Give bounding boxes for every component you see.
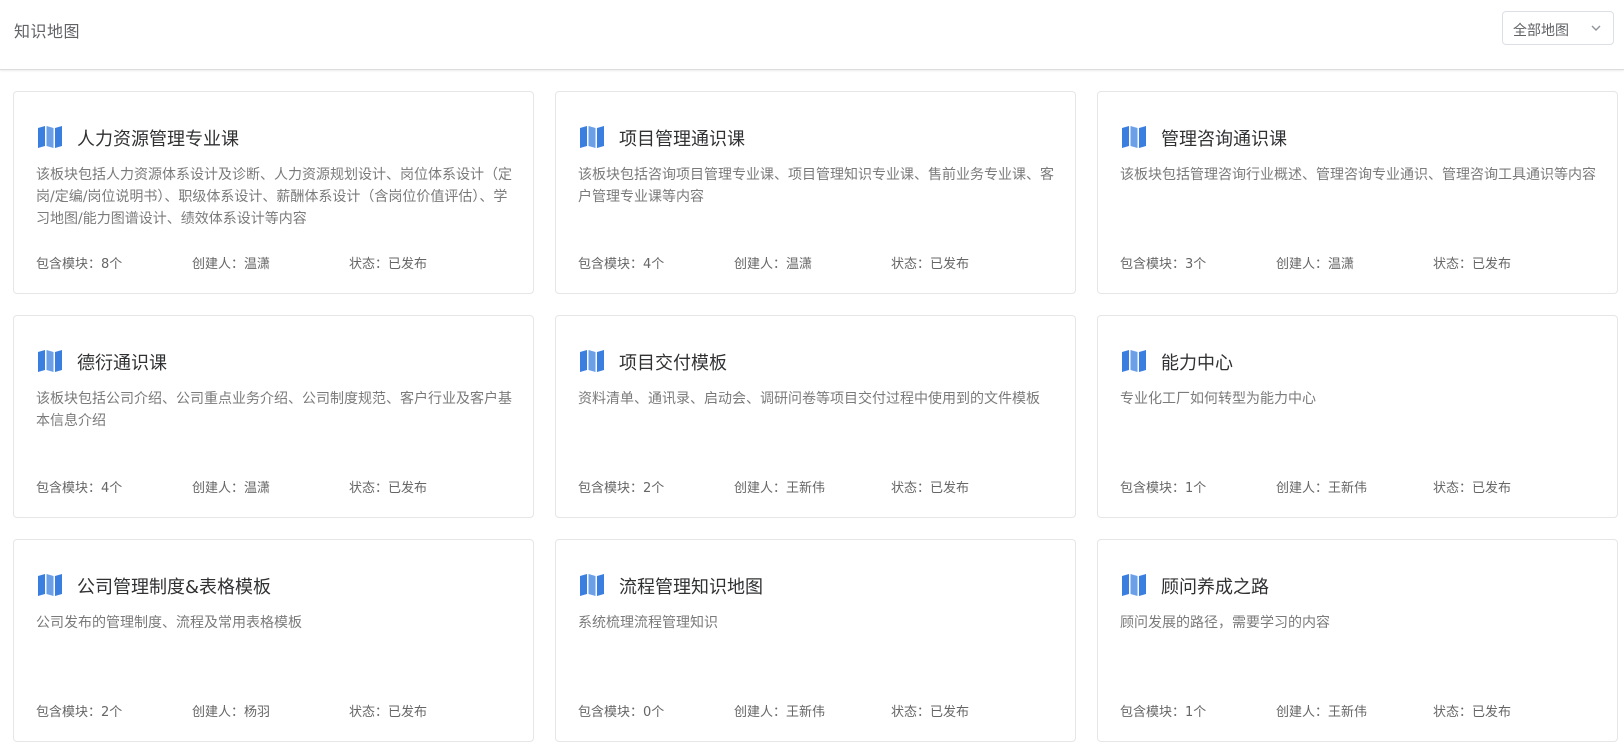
map-card[interactable]: 管理咨询通识课 该板块包括管理咨询行业概述、管理咨询专业通识、管理咨询工具通识等…	[1097, 91, 1618, 294]
map-filter-value: 全部地图	[1513, 23, 1569, 39]
card-module-count: 包含模块：2个	[36, 705, 123, 720]
map-card[interactable]: 德衍通识课 该板块包括公司介绍、公司重点业务介绍、公司制度规范、客户行业及客户基…	[13, 315, 534, 518]
card-description: 该板块包括公司介绍、公司重点业务介绍、公司制度规范、客户行业及客户基本信息介绍	[36, 391, 512, 429]
map-card[interactable]: 公司管理制度&表格模板 公司发布的管理制度、流程及常用表格模板 包含模块：2个 …	[13, 539, 534, 742]
card-module-count: 包含模块：4个	[578, 257, 665, 272]
card-creator: 创建人：王新伟	[1276, 705, 1368, 720]
card-module-count: 包含模块：1个	[1120, 481, 1207, 496]
map-card[interactable]: 顾问养成之路 顾问发展的路径，需要学习的内容 包含模块：1个 创建人：王新伟 状…	[1097, 539, 1618, 742]
card-creator: 创建人：温潇	[734, 257, 813, 272]
card-module-count: 包含模块：1个	[1120, 705, 1207, 720]
card-title: 管理咨询通识课	[1161, 129, 1287, 150]
map-icon	[580, 574, 604, 596]
card-description: 系统梳理流程管理知识	[578, 615, 718, 631]
card-title: 顾问养成之路	[1161, 577, 1269, 598]
card-creator: 创建人：王新伟	[734, 481, 826, 496]
card-title: 能力中心	[1161, 353, 1233, 374]
card-module-count: 包含模块：0个	[578, 705, 665, 720]
card-description: 该板块包括人力资源体系设计及诊断、人力资源规划设计、岗位体系设计（定岗/定编/岗…	[36, 167, 512, 227]
card-title: 公司管理制度&表格模板	[77, 577, 272, 598]
card-creator: 创建人：杨羽	[192, 705, 271, 720]
map-card[interactable]: 人力资源管理专业课 该板块包括人力资源体系设计及诊断、人力资源规划设计、岗位体系…	[13, 91, 534, 294]
chevron-down-icon	[1591, 25, 1601, 31]
card-status: 状态：已发布	[1433, 257, 1512, 272]
card-title: 德衍通识课	[77, 353, 167, 374]
page-title: 知识地图	[14, 22, 81, 41]
card-title: 人力资源管理专业课	[77, 129, 239, 150]
map-icon	[38, 126, 62, 148]
card-status: 状态：已发布	[349, 257, 428, 272]
card-module-count: 包含模块：3个	[1120, 257, 1207, 272]
map-icon	[580, 126, 604, 148]
card-description: 该板块包括咨询项目管理专业课、项目管理知识专业课、售前业务专业课、客户管理专业课…	[578, 167, 1054, 205]
map-card[interactable]: 流程管理知识地图 系统梳理流程管理知识 包含模块：0个 创建人：王新伟 状态：已…	[555, 539, 1076, 742]
card-status: 状态：已发布	[349, 705, 428, 720]
card-module-count: 包含模块：2个	[578, 481, 665, 496]
card-description: 该板块包括管理咨询行业概述、管理咨询专业通识、管理咨询工具通识等内容	[1120, 167, 1596, 183]
card-description: 资料清单、通讯录、启动会、调研问卷等项目交付过程中使用到的文件模板	[578, 391, 1040, 407]
map-icon	[580, 350, 604, 372]
top-bar: 知识地图 全部地图	[0, 0, 1624, 70]
card-status: 状态：已发布	[891, 705, 970, 720]
card-creator: 创建人：温潇	[192, 481, 271, 496]
card-description: 专业化工厂如何转型为能力中心	[1120, 391, 1316, 407]
card-creator: 创建人：王新伟	[734, 705, 826, 720]
card-title: 项目交付模板	[619, 353, 727, 374]
card-status: 状态：已发布	[349, 481, 428, 496]
card-creator: 创建人：温潇	[1276, 257, 1355, 272]
map-card[interactable]: 项目交付模板 资料清单、通讯录、启动会、调研问卷等项目交付过程中使用到的文件模板…	[555, 315, 1076, 518]
card-status: 状态：已发布	[891, 481, 970, 496]
card-module-count: 包含模块：4个	[36, 481, 123, 496]
card-description: 公司发布的管理制度、流程及常用表格模板	[36, 615, 302, 631]
card-creator: 创建人：温潇	[192, 257, 271, 272]
card-title: 项目管理通识课	[619, 129, 745, 150]
card-status: 状态：已发布	[1433, 705, 1512, 720]
card-title: 流程管理知识地图	[619, 577, 763, 598]
card-creator: 创建人：王新伟	[1276, 481, 1368, 496]
card-status: 状态：已发布	[891, 257, 970, 272]
map-card-grid: 人力资源管理专业课 该板块包括人力资源体系设计及诊断、人力资源规划设计、岗位体系…	[13, 91, 1618, 742]
map-filter-select[interactable]: 全部地图	[1502, 11, 1614, 45]
map-card[interactable]: 能力中心 专业化工厂如何转型为能力中心 包含模块：1个 创建人：王新伟 状态：已…	[1097, 315, 1618, 518]
map-icon	[1122, 350, 1146, 372]
map-icon	[1122, 126, 1146, 148]
card-module-count: 包含模块：8个	[36, 257, 123, 272]
map-card[interactable]: 项目管理通识课 该板块包括咨询项目管理专业课、项目管理知识专业课、售前业务专业课…	[555, 91, 1076, 294]
card-status: 状态：已发布	[1433, 481, 1512, 496]
map-icon	[38, 350, 62, 372]
map-icon	[1122, 574, 1146, 596]
map-icon	[38, 574, 62, 596]
card-description: 顾问发展的路径，需要学习的内容	[1120, 615, 1330, 631]
